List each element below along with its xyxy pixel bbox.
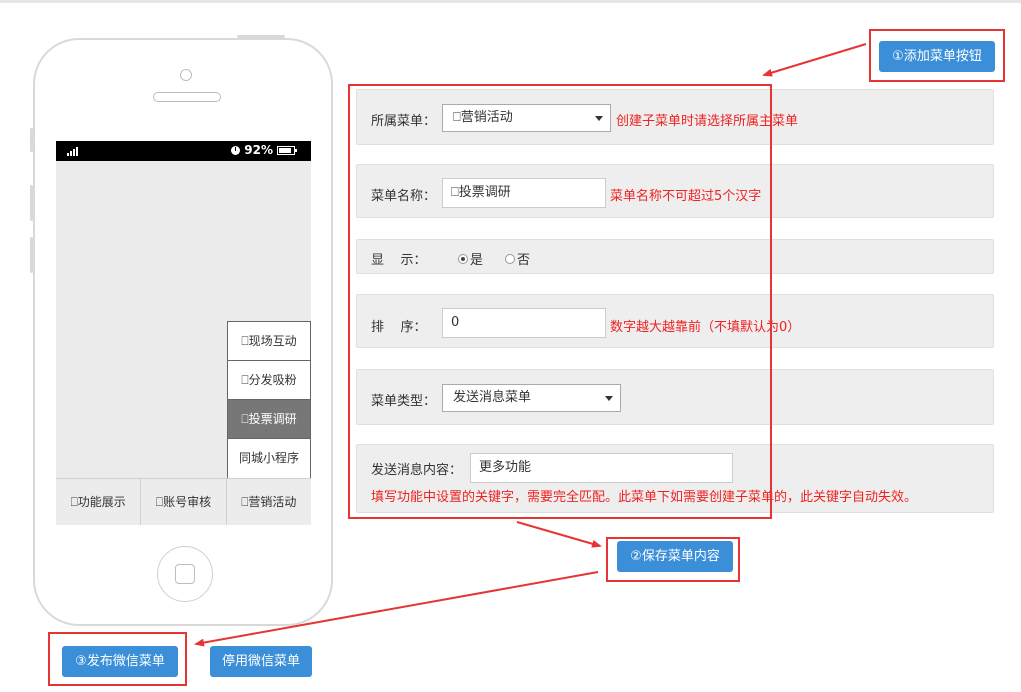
- phone-mute-switch: [30, 128, 33, 152]
- submenu-item[interactable]: 同城小程序: [228, 439, 310, 478]
- phone-camera: [180, 69, 192, 81]
- phone-volume-down: [30, 237, 33, 273]
- phone-volume-up: [30, 185, 33, 221]
- phone-power-button: [237, 35, 285, 38]
- submenu-item-active[interactable]: ⎕投票调研: [228, 400, 310, 439]
- annotation-box-add: [869, 29, 1005, 82]
- phone-speaker: [153, 92, 221, 102]
- annotation-box-form: [348, 84, 772, 519]
- menu-bar-item[interactable]: ⎕功能展示: [56, 479, 142, 525]
- phone-submenu: ⎕现场互动 ⎕分发吸粉 ⎕投票调研 同城小程序: [227, 321, 311, 479]
- battery-percent: 92%: [244, 143, 273, 157]
- phone-menu-bar: ⎕功能展示 ⎕账号审核 ⎕营销活动: [56, 478, 311, 525]
- submenu-item[interactable]: ⎕现场互动: [228, 322, 310, 361]
- battery-icon: [277, 145, 297, 155]
- arrow-add-to-form: [762, 43, 867, 77]
- phone-status-bar: 92%: [56, 141, 311, 161]
- disable-menu-button[interactable]: 停用微信菜单: [210, 646, 312, 677]
- clock-icon: [231, 145, 241, 155]
- top-divider: [0, 0, 1021, 3]
- menu-bar-item[interactable]: ⎕营销活动: [227, 479, 311, 525]
- phone-screen: 92% ⎕现场互动 ⎕分发吸粉 ⎕投票调研 同城小程序 ⎕功能展示 ⎕账号审核 …: [56, 141, 311, 525]
- annotation-box-save: [606, 537, 740, 582]
- menu-bar-item[interactable]: ⎕账号审核: [141, 479, 227, 525]
- phone-preview: 92% ⎕现场互动 ⎕分发吸粉 ⎕投票调研 同城小程序 ⎕功能展示 ⎕账号审核 …: [30, 35, 333, 626]
- submenu-item[interactable]: ⎕分发吸粉: [228, 361, 310, 400]
- phone-home-button: [157, 546, 213, 602]
- annotation-box-publish: [48, 632, 187, 686]
- arrow-form-to-save: [516, 521, 602, 548]
